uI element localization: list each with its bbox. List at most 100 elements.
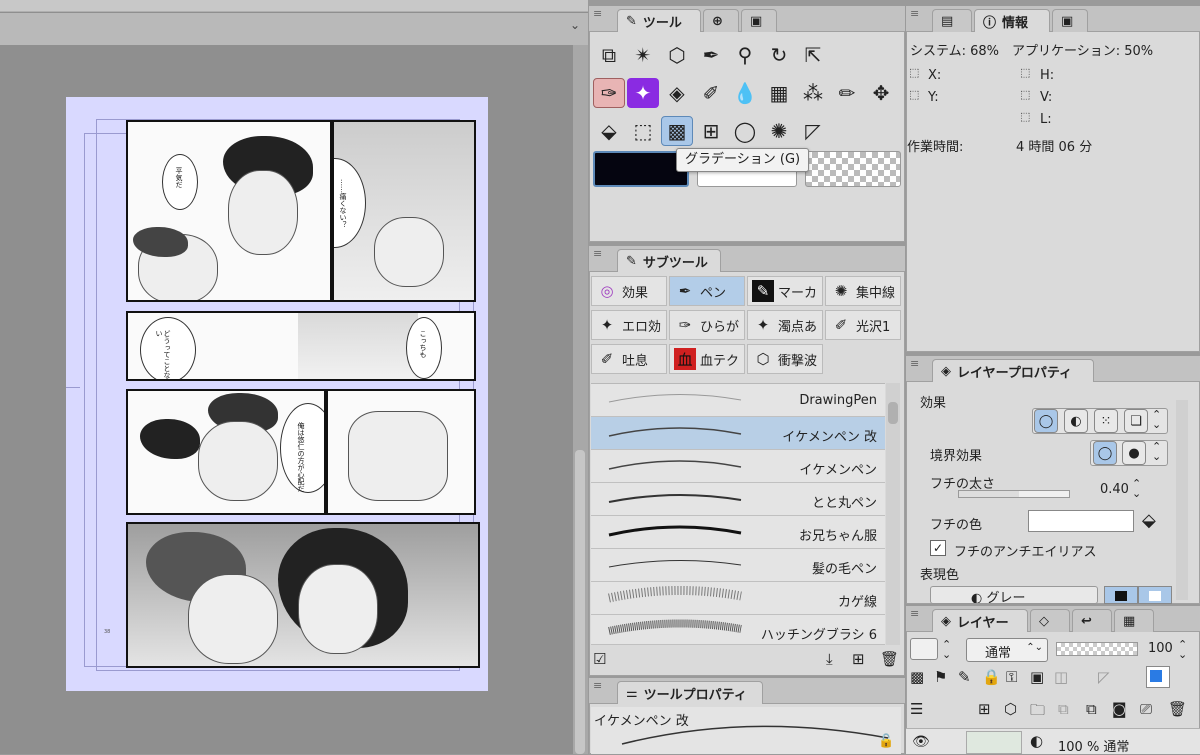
- subtool-settings-icon[interactable]: ☑: [593, 650, 613, 670]
- frame-icon[interactable]: ⊞: [695, 116, 727, 146]
- brush-item[interactable]: DrawingPen: [591, 384, 885, 417]
- layer-row[interactable]: [906, 728, 1200, 754]
- tab-tool-library[interactable]: ▣: [741, 9, 777, 32]
- subtool-group-breath[interactable]: ✐ 吐息: [591, 344, 667, 374]
- tab-layer[interactable]: ◈ レイヤー: [932, 609, 1028, 632]
- tab-info-history[interactable]: ▤: [932, 9, 972, 32]
- grip-icon[interactable]: ≡: [593, 8, 603, 24]
- clip-icon[interactable]: ▩: [910, 668, 924, 686]
- tab-layer-history[interactable]: ↩: [1072, 609, 1112, 632]
- selection-rect-icon[interactable]: ⬚: [627, 116, 659, 146]
- brush-icon[interactable]: ✐: [695, 78, 727, 108]
- tone-effect-icon[interactable]: ◐: [1064, 409, 1088, 433]
- trash-icon[interactable]: 🗑: [880, 650, 900, 670]
- border-effect-icon[interactable]: ◯: [1034, 409, 1058, 433]
- new-folder-icon[interactable]: 🗀: [1030, 700, 1045, 725]
- layer-color-square[interactable]: [910, 638, 938, 660]
- brush-list-scroll-thumb[interactable]: [888, 402, 898, 424]
- layer-select-icon[interactable]: ⧉: [593, 40, 625, 70]
- mask-add-icon[interactable]: ◙: [1112, 700, 1127, 718]
- halftone-effect-icon[interactable]: ⁙: [1094, 409, 1118, 433]
- tab-tool-navigator[interactable]: ⊕: [703, 9, 739, 32]
- draft-icon[interactable]: ✎: [958, 668, 971, 686]
- gradient-icon[interactable]: ▩: [661, 116, 693, 146]
- edge-icon[interactable]: ◯: [1093, 441, 1117, 465]
- transparent-color-swatch[interactable]: [805, 151, 901, 187]
- edge-width-slider[interactable]: [958, 490, 1070, 498]
- edge-color-swatch[interactable]: [1028, 510, 1134, 532]
- layer-color-icon[interactable]: [1146, 666, 1170, 688]
- new-raster-layer-icon[interactable]: ⊞: [978, 700, 991, 718]
- zoom-icon[interactable]: ⚲: [729, 40, 761, 70]
- object-select-icon[interactable]: ⬡: [661, 40, 693, 70]
- brush-item[interactable]: 髪の毛ペン: [591, 549, 885, 582]
- color-black-toggle[interactable]: [1104, 586, 1138, 604]
- ruler-link-icon[interactable]: ◸: [1098, 668, 1110, 686]
- tab-info-save[interactable]: ▣: [1052, 9, 1088, 32]
- main-color-swatch[interactable]: [593, 151, 689, 187]
- chevron-down-icon[interactable]: ⌄: [570, 18, 584, 32]
- grid-fill-icon[interactable]: ▦: [763, 78, 795, 108]
- camera-icon[interactable]: ⎚: [1140, 700, 1152, 718]
- subtool-group-blood[interactable]: 血血テク: [669, 344, 745, 374]
- reference-icon[interactable]: ⚑: [934, 668, 947, 686]
- tab-tool[interactable]: ✎ ツール: [617, 9, 701, 32]
- merge-icon[interactable]: ⧉: [1086, 700, 1097, 718]
- brush-item[interactable]: カゲ線: [591, 582, 885, 615]
- duplicate-icon[interactable]: ⊞: [852, 650, 872, 670]
- subtool-group-effect[interactable]: ◎ 効果: [591, 276, 667, 306]
- subtool-group-pen[interactable]: ✒ ペン: [669, 276, 745, 306]
- opacity-value[interactable]: 100: [1148, 641, 1173, 656]
- subtool-group-marker[interactable]: ✎ マーカ: [747, 276, 823, 306]
- trash-icon[interactable]: 🗑: [1168, 700, 1187, 718]
- layer-property-scrollbar[interactable]: [1176, 400, 1188, 600]
- color-white-toggle[interactable]: [1138, 586, 1172, 604]
- fill-bucket-icon[interactable]: ⬙: [1142, 510, 1156, 531]
- grip-icon[interactable]: ≡: [593, 680, 603, 696]
- blend-mode-select[interactable]: 通常 ⌃⌄: [966, 638, 1048, 662]
- grip-icon[interactable]: ≡: [910, 358, 920, 374]
- tab-layer-property[interactable]: ◈ レイヤープロパティ: [932, 359, 1094, 382]
- stepper-icon[interactable]: ⌃ ⌄: [1152, 441, 1161, 462]
- rotate-icon[interactable]: ↻: [763, 40, 795, 70]
- antialias-checkbox[interactable]: ✓: [930, 540, 946, 556]
- subtool-group-focus-lines[interactable]: ✺ 集中線: [825, 276, 901, 306]
- edge-width-value[interactable]: 0.40: [1100, 482, 1129, 497]
- opacity-slider[interactable]: [1056, 642, 1138, 656]
- stepper-icon[interactable]: ⌃ ⌄: [1178, 639, 1187, 660]
- watercolor-edge-icon[interactable]: ●: [1122, 441, 1146, 465]
- pencil-icon[interactable]: ✏: [831, 78, 863, 108]
- new-vector-layer-icon[interactable]: ⬡: [1004, 700, 1017, 718]
- tab-info[interactable]: ⓘ 情報: [974, 9, 1050, 32]
- eyedropper-icon[interactable]: ✒: [695, 40, 727, 70]
- lock-icon[interactable]: 🔓: [878, 734, 894, 749]
- blend-icon[interactable]: 💧: [729, 78, 761, 108]
- brush-item[interactable]: イケメンペン: [591, 450, 885, 483]
- balloon-icon[interactable]: ◯: [729, 116, 761, 146]
- subtool-group-shockwave[interactable]: ⬡ 衝撃波: [747, 344, 823, 374]
- transfer-icon[interactable]: ⧉: [1058, 700, 1069, 718]
- move-arrow-icon[interactable]: ⇱: [797, 40, 829, 70]
- grip-icon[interactable]: ≡: [910, 608, 920, 624]
- tab-layer-animation[interactable]: ▦: [1114, 609, 1154, 632]
- tab-subtool[interactable]: ✎ サブツール: [617, 249, 721, 272]
- canvas-scrollbar-thumb[interactable]: [575, 450, 585, 754]
- lock-transparent-icon[interactable]: ⚿: [1006, 668, 1017, 686]
- magic-wand-icon[interactable]: ✴: [627, 40, 659, 70]
- palette-icon[interactable]: ◫: [1054, 668, 1068, 686]
- fill-bucket-icon[interactable]: ⬙: [593, 116, 625, 146]
- subtool-group-hiragana[interactable]: ✑ ひらが: [669, 310, 745, 340]
- manga-page[interactable]: 平気だ ……痛くない？ どうってことない こっちも 俺は悠仁の方が心配だ 38: [66, 97, 488, 691]
- pen-nib-icon[interactable]: ✑: [593, 78, 625, 108]
- spray-icon[interactable]: ⁂: [797, 78, 829, 108]
- ruler-icon[interactable]: ◸: [797, 116, 829, 146]
- eye-icon[interactable]: 👁: [912, 734, 930, 750]
- mask-icon[interactable]: ▣: [1030, 668, 1044, 686]
- subtool-group-ero[interactable]: ✦ エロ効: [591, 310, 667, 340]
- subtool-group-dakuten[interactable]: ✦ 濁点あ: [747, 310, 823, 340]
- brush-item-selected[interactable]: イケメンペン 改: [591, 417, 885, 450]
- stepper-icon[interactable]: ⌃ ⌄: [1132, 478, 1141, 499]
- grip-icon[interactable]: ≡: [910, 8, 920, 24]
- eraser-icon[interactable]: ◈: [661, 78, 693, 108]
- grip-icon[interactable]: ≡: [593, 248, 603, 264]
